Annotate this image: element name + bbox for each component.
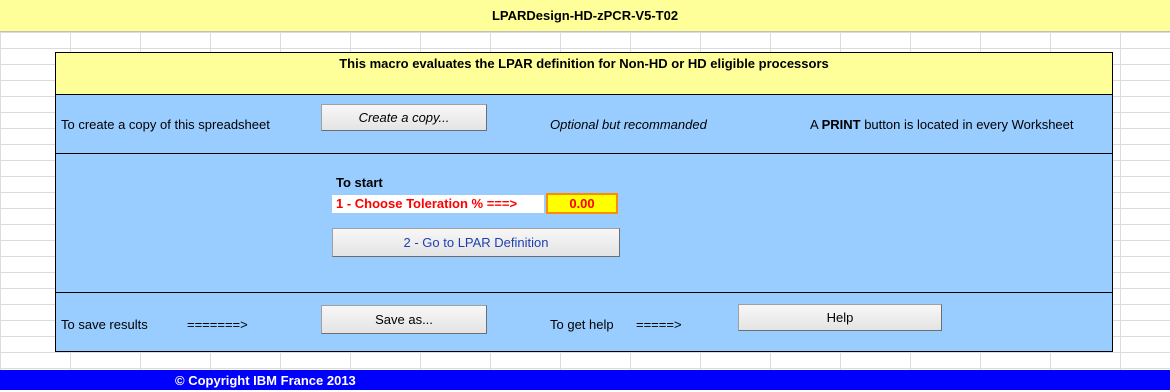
copyright-footer: © Copyright IBM France 2013 bbox=[0, 370, 1170, 390]
save-as-button-label: Save as... bbox=[375, 312, 433, 327]
macro-description-panel: This macro evaluates the LPAR definition… bbox=[55, 52, 1113, 94]
start-heading: To start bbox=[336, 175, 383, 190]
help-button[interactable]: Help bbox=[738, 304, 942, 331]
go-to-lpar-definition-button[interactable]: 2 - Go to LPAR Definition bbox=[332, 228, 620, 257]
start-section bbox=[55, 153, 1113, 292]
create-copy-button-label: Create a copy... bbox=[358, 110, 450, 125]
save-arrow: =======> bbox=[187, 317, 248, 332]
help-label: To get help bbox=[550, 317, 614, 332]
toleration-value-cell[interactable]: 0.00 bbox=[546, 193, 618, 214]
save-as-button[interactable]: Save as... bbox=[321, 305, 487, 334]
macro-description: This macro evaluates the LPAR definition… bbox=[339, 56, 829, 71]
copy-label: To create a copy of this spreadsheet bbox=[61, 117, 270, 132]
print-info-suffix: button is located in every Worksheet bbox=[860, 117, 1074, 132]
window-title: LPARDesign-HD-zPCR-V5-T02 bbox=[0, 0, 1170, 32]
save-label: To save results bbox=[61, 317, 148, 332]
help-arrow: =====> bbox=[636, 317, 682, 332]
create-copy-button[interactable]: Create a copy... bbox=[321, 104, 487, 131]
copyright-text: © Copyright IBM France 2013 bbox=[175, 373, 356, 388]
help-button-label: Help bbox=[826, 310, 854, 325]
optional-note: Optional but recommanded bbox=[550, 117, 707, 132]
toleration-label: 1 - Choose Toleration % ===> bbox=[332, 195, 544, 213]
print-info: A PRINT button is located in every Works… bbox=[810, 117, 1074, 132]
print-info-prefix: A bbox=[810, 117, 822, 132]
go-to-lpar-definition-label: 2 - Go to LPAR Definition bbox=[403, 235, 549, 250]
print-info-keyword: PRINT bbox=[821, 117, 861, 132]
